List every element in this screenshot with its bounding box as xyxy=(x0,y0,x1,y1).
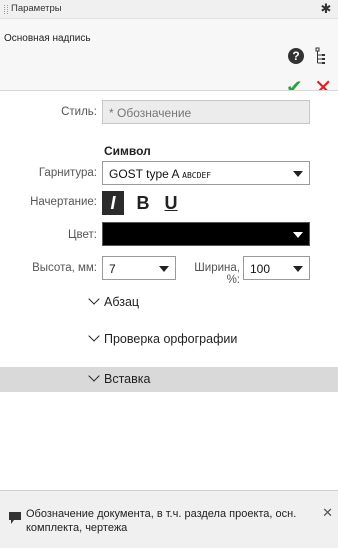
bold-toggle[interactable]: B xyxy=(132,191,154,215)
chevron-down-icon xyxy=(88,330,100,342)
insert-expander[interactable]: Вставка xyxy=(88,370,151,386)
style-field: * Обозначение xyxy=(102,100,310,124)
drag-grip-icon[interactable] xyxy=(4,5,8,14)
height-value: 7 xyxy=(109,262,116,276)
style-label: Стиль: xyxy=(61,106,97,118)
chevron-down-icon xyxy=(159,266,169,272)
italic-toggle[interactable]: I xyxy=(102,191,124,215)
width-value: 100 xyxy=(250,262,271,276)
font-label: Гарнитура: xyxy=(38,167,97,179)
tree-icon[interactable] xyxy=(315,47,327,65)
chevron-down-icon xyxy=(293,171,303,177)
help-icon[interactable]: ? xyxy=(288,48,304,64)
symbol-section-title: Символ xyxy=(104,144,151,158)
height-label: Высота, мм: xyxy=(32,262,97,274)
comment-icon xyxy=(9,512,21,524)
style-value: * Обозначение xyxy=(109,106,192,120)
color-label: Цвет: xyxy=(68,229,97,241)
chevron-down-icon xyxy=(88,370,100,382)
width-select[interactable]: 100 xyxy=(243,256,310,280)
hint-panel: Обозначение документа, в т.ч. раздела пр… xyxy=(0,490,338,548)
header-title: Основная надпись xyxy=(4,33,91,44)
hint-text: Обозначение документа, в т.ч. раздела пр… xyxy=(26,508,297,534)
typeface-label: Начертание: xyxy=(30,196,97,208)
font-preview: ABCDEF xyxy=(182,171,212,180)
spellcheck-expander[interactable]: Проверка орфографии xyxy=(88,330,238,346)
insert-label: Вставка xyxy=(104,372,151,386)
color-select[interactable] xyxy=(102,222,310,246)
insert-section-header[interactable]: Вставка xyxy=(0,367,338,392)
chevron-down-icon xyxy=(293,232,303,238)
underline-toggle[interactable]: U xyxy=(160,191,182,215)
pin-icon[interactable]: ✱ xyxy=(319,1,333,17)
panel-title: Параметры xyxy=(11,3,62,14)
panel-titlebar: Параметры ✱ xyxy=(0,0,338,19)
close-icon[interactable]: ✕ xyxy=(322,505,333,521)
panel-header: Основная надпись ? ✔ ✕ xyxy=(0,19,338,99)
chevron-down-icon xyxy=(88,293,100,305)
width-label: Ширина, %: xyxy=(194,262,240,286)
spellcheck-label: Проверка орфографии xyxy=(104,332,238,346)
paragraph-expander[interactable]: Абзац xyxy=(88,293,140,309)
properties-body xyxy=(0,90,338,490)
chevron-down-icon xyxy=(293,266,303,272)
font-value: GOST type A ABCDEF xyxy=(109,167,212,181)
height-select[interactable]: 7 xyxy=(102,256,176,280)
paragraph-label: Абзац xyxy=(104,295,140,309)
font-select[interactable]: GOST type A ABCDEF xyxy=(102,161,310,185)
